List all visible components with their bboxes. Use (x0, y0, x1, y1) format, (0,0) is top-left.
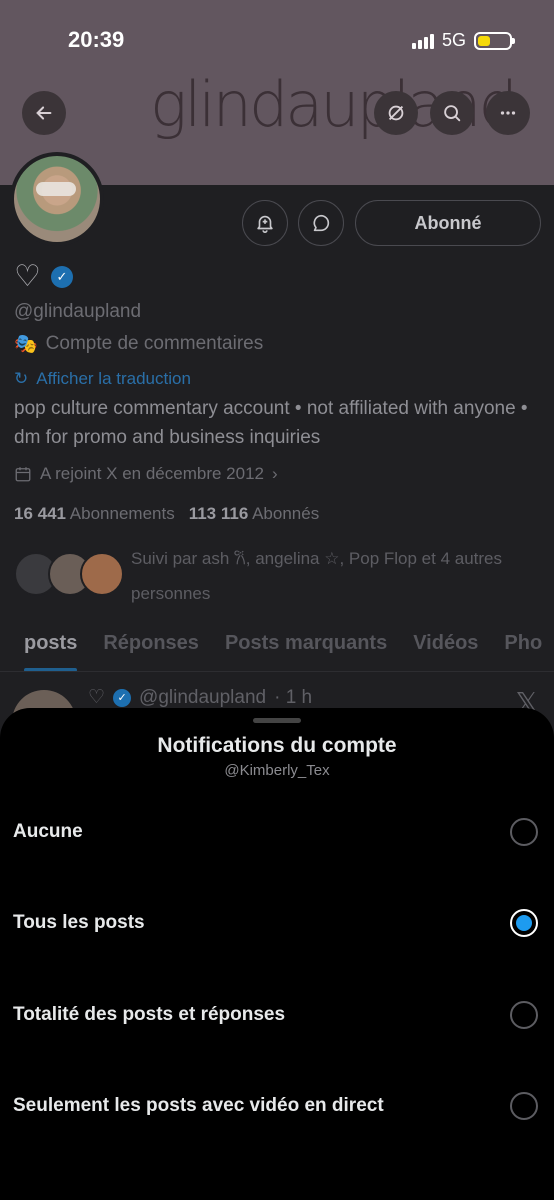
option-label: Totalité des posts et réponses (13, 1004, 286, 1025)
status-indicators: 5G (411, 30, 515, 51)
translate-label: Afficher la traduction (36, 369, 191, 388)
follow-button[interactable]: Abonné (355, 200, 541, 246)
bell-icon (257, 215, 273, 233)
more-icon (500, 111, 516, 115)
follower-avatars[interactable] (14, 552, 124, 598)
translate-link[interactable]: ↻ Afficher la traduction (14, 369, 191, 389)
tab-photos[interactable]: Pho (504, 626, 542, 671)
tab-highlights[interactable]: Posts marquants (225, 626, 387, 671)
follow-stats: 16 441 Abonnements 113 116 Abonnés (14, 504, 319, 524)
following-count: 16 441 (14, 504, 66, 523)
radio-button-selected[interactable] (510, 909, 538, 937)
back-button[interactable] (22, 91, 66, 135)
status-time: 20:39 (68, 27, 125, 52)
display-name: ♡ ✓ (14, 262, 73, 292)
avatar[interactable] (10, 152, 104, 246)
verified-badge-icon: ✓ (113, 688, 132, 707)
option-label: Seulement les posts avec vidéo en direct (13, 1095, 384, 1116)
message-icon (313, 214, 330, 232)
option-none[interactable]: Aucune (0, 804, 554, 860)
profile-category: 🎭 Compte de commentaires (14, 332, 263, 356)
back-arrow-icon (36, 106, 52, 120)
joined-date[interactable]: A rejoint X en décembre 2012 › (14, 464, 278, 484)
option-live-video-only[interactable]: Seulement les posts avec vidéo en direct (0, 1078, 554, 1134)
post-header: ♡ ✓ @glindaupland · 1 h (88, 686, 312, 709)
notifications-sheet: Notifications du compte @Kimberly_Tex Au… (0, 708, 554, 1200)
post-time: · 1 h (274, 686, 313, 708)
calendar-icon (15, 467, 31, 482)
sheet-grabber[interactable] (253, 718, 301, 723)
notify-button[interactable] (242, 200, 288, 246)
option-all-posts[interactable]: Tous les posts (0, 895, 554, 951)
search-icon (444, 105, 461, 122)
followers-count: 113 116 (188, 504, 249, 523)
network-type: 5G (441, 30, 466, 50)
follower-avatar (80, 552, 124, 596)
chevron-right-icon: › (271, 464, 278, 483)
followers-stat[interactable]: 113 116 Abonnés (189, 504, 320, 524)
verified-badge-icon: ✓ (50, 266, 73, 288)
more-button[interactable] (486, 91, 530, 135)
sheet-title: Notifications du compte (157, 734, 397, 757)
tab-replies[interactable]: Réponses (103, 626, 199, 671)
category-label: Compte de commentaires (45, 333, 264, 354)
option-label: Aucune (13, 821, 83, 842)
option-posts-and-replies[interactable]: Totalité des posts et réponses (0, 987, 554, 1043)
profile-bio: pop culture commentary account • not aff… (14, 398, 528, 448)
translate-icon: ↻ (14, 369, 29, 388)
search-button[interactable] (430, 91, 474, 135)
radio-button[interactable] (510, 1001, 538, 1029)
name-emoji: ♡ (14, 260, 41, 293)
tab-videos[interactable]: Vidéos (413, 626, 478, 671)
tab-posts[interactable]: posts (24, 626, 78, 671)
category-emoji: 🎭 (14, 334, 38, 355)
following-stat[interactable]: 16 441 Abonnements (14, 504, 175, 524)
followers-label: Abonnés (252, 504, 320, 523)
radio-button[interactable] (510, 1092, 538, 1120)
message-button[interactable] (298, 200, 344, 246)
profile-tabs: posts Réponses Posts marquants Vidéos Ph… (0, 626, 554, 672)
radio-button[interactable] (510, 818, 538, 846)
battery-icon (474, 31, 515, 50)
signal-icon (411, 33, 434, 49)
sheet-subtitle: @Kimberly_Tex (224, 762, 330, 779)
following-label: Abonnements (69, 504, 175, 523)
link-button[interactable] (374, 91, 418, 135)
link-icon (388, 105, 404, 121)
followed-by-text[interactable]: Suivi par ash 𐙚, angelina ☆, Pop Flop et… (131, 541, 531, 611)
option-label: Tous les posts (13, 912, 145, 933)
post-name-emoji: ♡ (88, 687, 106, 708)
profile-handle: @glindaupland (14, 301, 142, 322)
joined-label: A rejoint X en décembre 2012 (40, 464, 264, 483)
post-handle: @glindaupland (139, 686, 267, 708)
